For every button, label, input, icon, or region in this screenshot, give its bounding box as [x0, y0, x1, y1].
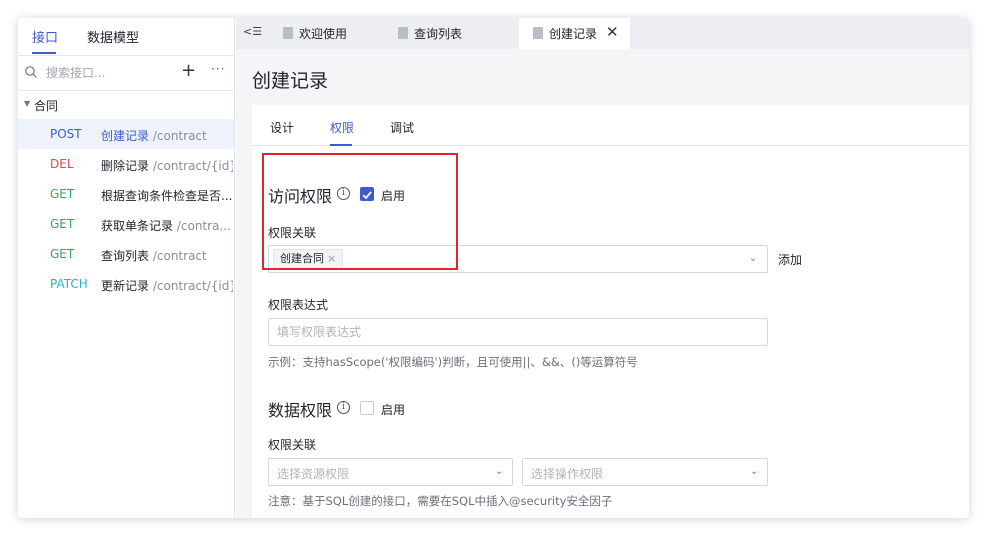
api-name: 更新记录 [101, 279, 150, 293]
tab-label: 欢迎使用 [299, 27, 348, 41]
api-item[interactable]: POST 创建记录 /contract [18, 119, 234, 149]
api-label: 根据查询条件检查是否... [101, 187, 233, 204]
api-path: /contract [152, 129, 207, 143]
file-icon [283, 27, 293, 39]
data-enable-label: 启用 [381, 403, 406, 417]
file-icon [398, 27, 408, 39]
app-window: 接口 数据模型 + ··· ▼ 合同 POST 创建记录 /contract DEL… [18, 18, 969, 518]
api-item[interactable]: GET 查询列表 /contract [18, 239, 234, 269]
api-item[interactable]: DEL 删除记录 /contract/{id} [18, 149, 234, 179]
tab-query-list[interactable]: 查询列表 [398, 18, 494, 49]
api-path: /contra... [176, 219, 231, 233]
tab-create-record[interactable]: 创建记录 ✕ [519, 18, 630, 49]
info-icon[interactable]: i [337, 401, 350, 414]
sidebar-tabs: 接口 数据模型 [18, 18, 234, 56]
http-method: GET [50, 187, 75, 201]
api-label: 删除记录 /contract/{id} [101, 157, 233, 174]
api-item[interactable]: GET 根据查询条件检查是否... [18, 179, 234, 209]
api-label: 创建记录 /contract [101, 127, 233, 144]
data-relation-label: 权限关联 [268, 438, 317, 452]
api-label: 查询列表 /contract [101, 247, 233, 264]
add-button[interactable]: 添加 [778, 251, 802, 268]
search-icon [25, 66, 37, 78]
api-path: /contract/{id} [152, 159, 233, 173]
api-path: /contract/{id} [152, 279, 233, 293]
expression-label: 权限表达式 [268, 298, 329, 312]
data-enable-checkbox[interactable] [360, 401, 374, 415]
tab-welcome[interactable]: 欢迎使用 [283, 18, 379, 49]
http-method: GET [50, 247, 75, 261]
group-contract[interactable]: ▼ 合同 [18, 91, 234, 119]
file-icon [533, 27, 543, 39]
tab-label: 创建记录 [549, 27, 598, 41]
http-method: GET [50, 217, 75, 231]
tab-debug[interactable]: 调试 [390, 119, 414, 136]
tab-permissions[interactable]: 权限 [330, 119, 354, 136]
sidebar: 接口 数据模型 + ··· ▼ 合同 POST 创建记录 /contract DEL… [18, 18, 235, 518]
sql-security-note: 注意：基于SQL创建的接口，需要在SQL中插入@security安全因子 [268, 494, 613, 508]
api-list: POST 创建记录 /contract DEL 删除记录 /contract/{id}… [18, 119, 234, 299]
select-placeholder: 选择资源权限 [277, 467, 350, 481]
select-placeholder: 选择操作权限 [531, 467, 604, 481]
add-icon[interactable]: + [181, 61, 196, 81]
resource-permission-select[interactable]: 选择资源权限 ⌄ [268, 458, 513, 486]
api-name: 根据查询条件检查是否... [101, 189, 233, 203]
expression-input[interactable] [268, 318, 768, 346]
collapse-sidebar-icon[interactable]: <☰ [243, 25, 262, 38]
api-item[interactable]: GET 获取单条记录 /contra... [18, 209, 234, 239]
close-icon[interactable]: ✕ [606, 23, 619, 41]
page-title: 创建记录 [252, 70, 329, 92]
highlight-annotation [262, 153, 458, 270]
more-icon[interactable]: ··· [211, 62, 225, 76]
sub-tabs: 设计 权限 调试 [252, 105, 969, 146]
api-name: 创建记录 [101, 129, 150, 143]
expression-hint: 示例：支持hasScope('权限编码')判断，且可使用||、&&、()等运算符… [268, 355, 638, 369]
data-permission-title: 数据权限 [268, 401, 333, 420]
active-subtab-indicator [330, 144, 352, 146]
chevron-down-icon[interactable]: ⌄ [749, 253, 757, 264]
http-method: DEL [50, 157, 74, 171]
api-name: 删除记录 [101, 159, 150, 173]
tab-data-model[interactable]: 数据模型 [87, 27, 139, 46]
chevron-down-icon: ⌄ [750, 466, 759, 477]
sidebar-search: + ··· [18, 56, 234, 91]
tab-bar: <☰ 欢迎使用 查询列表 创建记录 ✕ [236, 18, 969, 49]
tab-interfaces[interactable]: 接口 [32, 27, 58, 46]
http-method: POST [50, 127, 82, 141]
operation-permission-select[interactable]: 选择操作权限 ⌄ [522, 458, 768, 486]
api-item[interactable]: PATCH 更新记录 /contract/{id} [18, 269, 234, 299]
active-tab-indicator [32, 52, 56, 54]
caret-down-icon[interactable]: ▼ [24, 99, 30, 108]
api-path: /contract [152, 249, 207, 263]
api-name: 查询列表 [101, 249, 150, 263]
chevron-down-icon: ⌄ [495, 466, 504, 477]
api-name: 获取单条记录 [101, 219, 174, 233]
tab-design[interactable]: 设计 [270, 119, 294, 136]
api-label: 获取单条记录 /contra... [101, 217, 233, 234]
http-method: PATCH [50, 277, 88, 291]
api-label: 更新记录 /contract/{id} [101, 277, 233, 294]
search-input[interactable] [46, 64, 166, 82]
tab-label: 查询列表 [414, 27, 463, 41]
group-name: 合同 [34, 99, 59, 113]
